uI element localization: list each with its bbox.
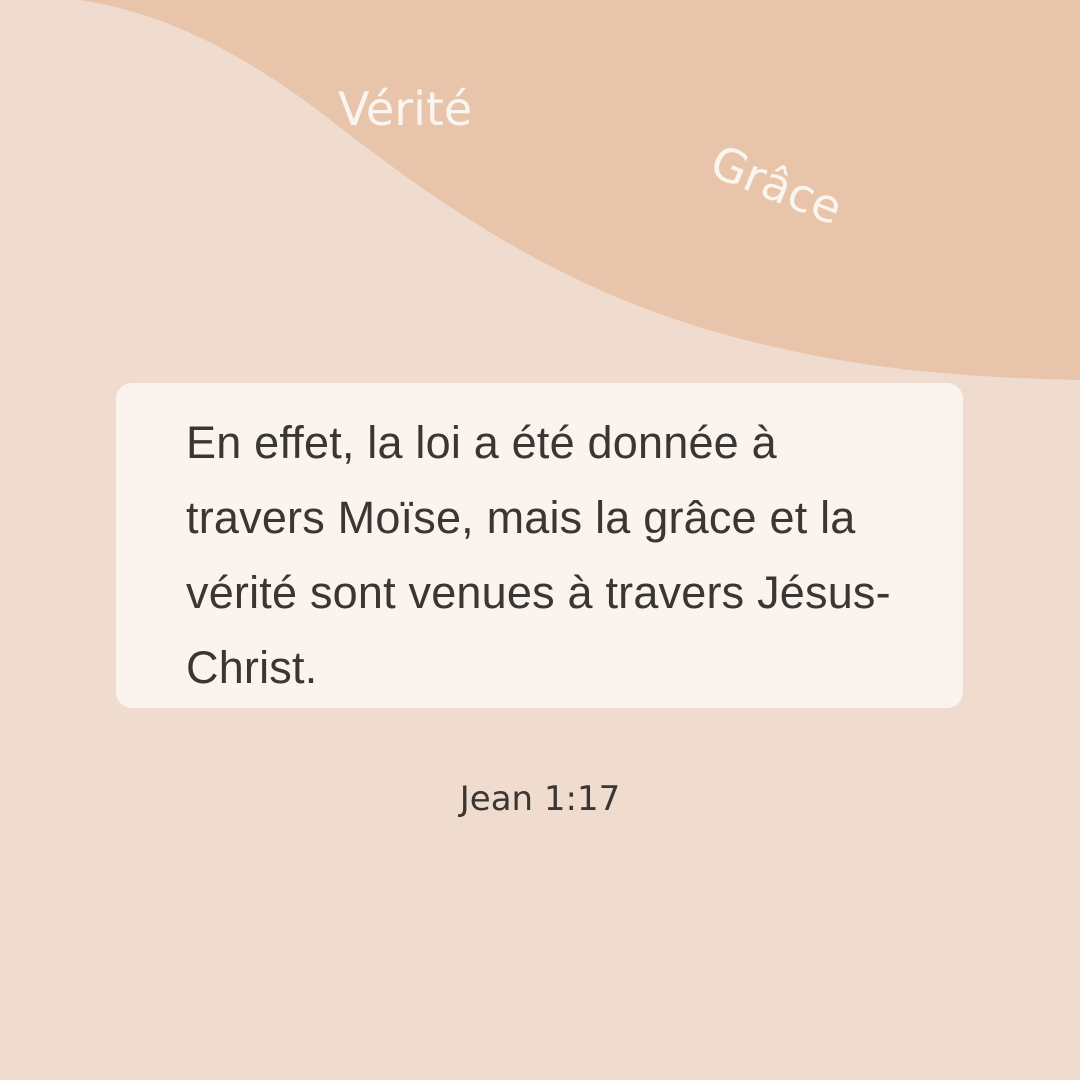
quote-text: En effet, la loi a été donnée à travers … (186, 417, 891, 693)
verse-reference: Jean 1:17 (459, 779, 621, 819)
decorative-word-verite: Vérité (338, 82, 473, 136)
quote-card: En effet, la loi a été donnée à travers … (116, 383, 963, 708)
